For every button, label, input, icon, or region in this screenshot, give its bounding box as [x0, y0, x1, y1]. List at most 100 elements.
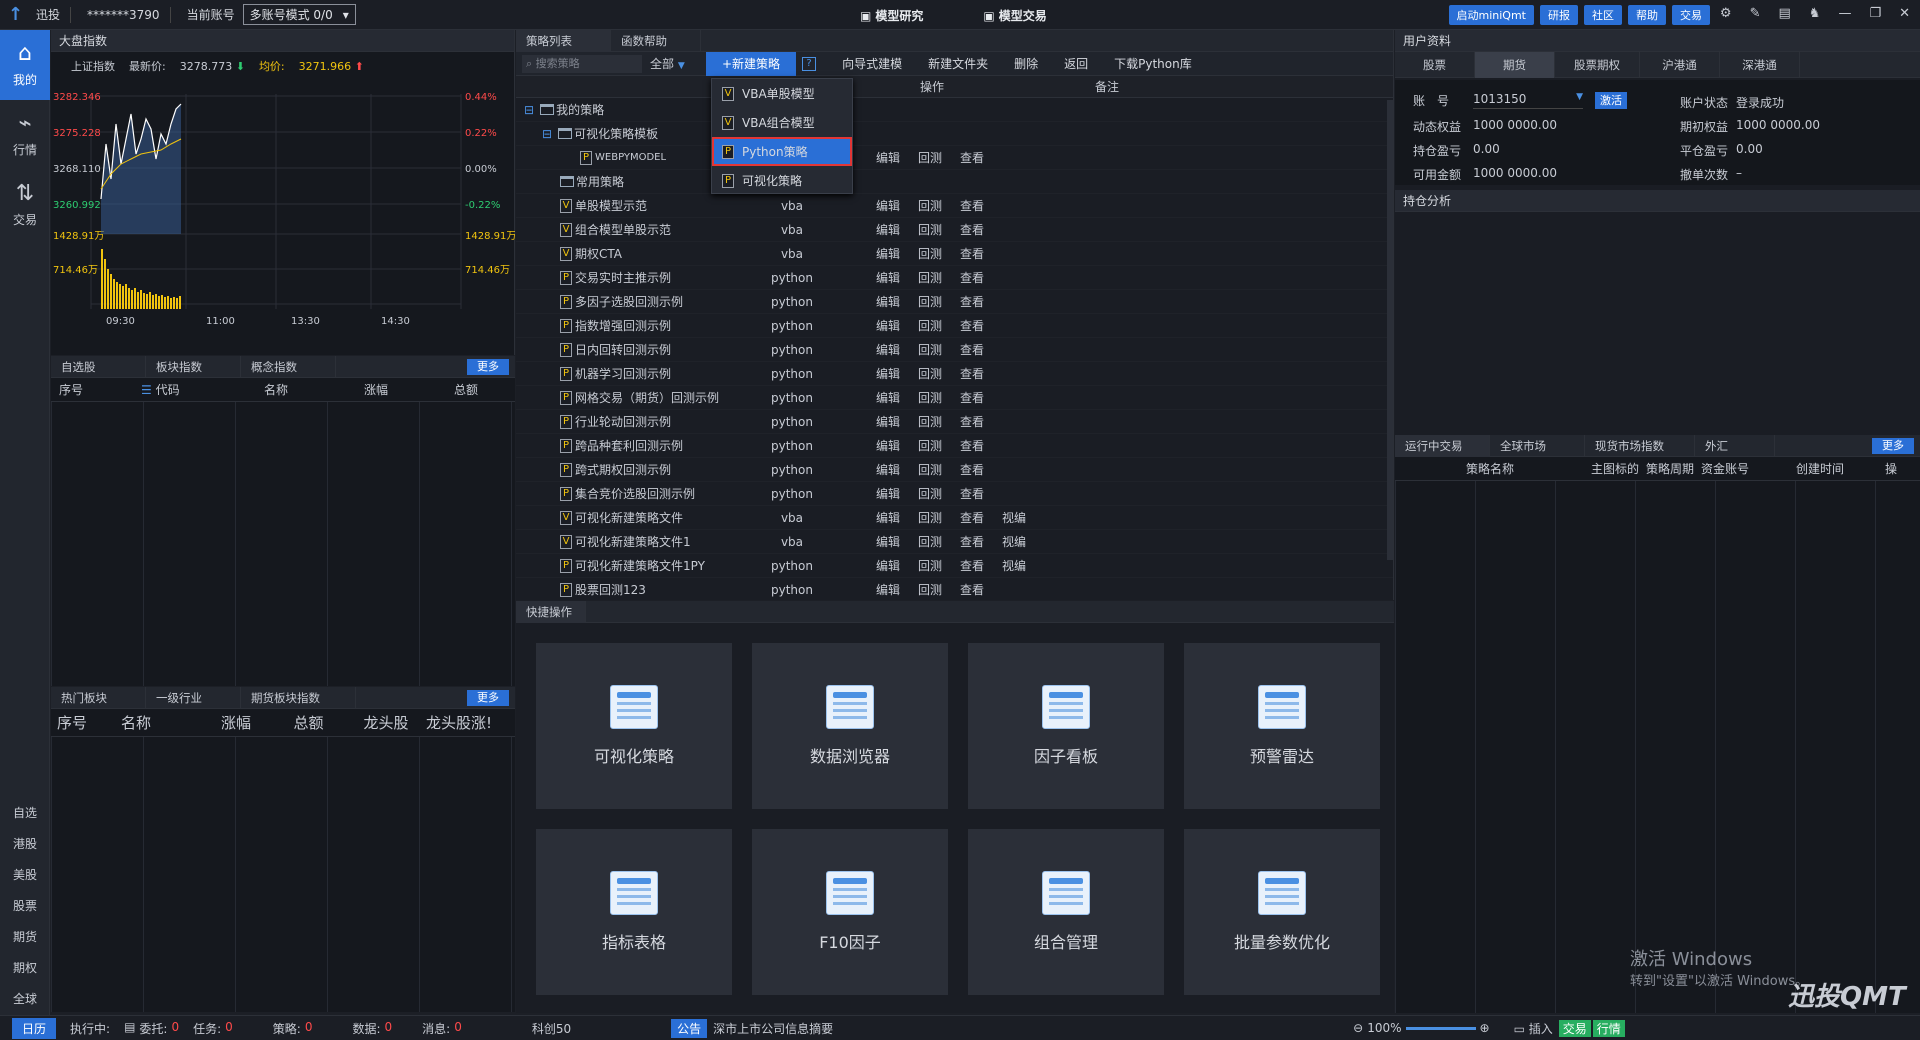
tab-stock[interactable]: 股票	[1395, 51, 1475, 78]
nav-options[interactable]: 期权	[0, 953, 50, 984]
zoom-slider[interactable]	[1405, 1026, 1476, 1030]
tab-concept-index[interactable]: 概念指数	[241, 355, 336, 378]
menu-vba-portfolio[interactable]: V VBA组合模型	[712, 108, 852, 137]
backtest-button[interactable]: 回测	[918, 341, 942, 358]
strategy-row[interactable]: P 网格交易（期货）回测示例 python 编辑 回测 查看	[516, 386, 1393, 410]
download-python-lib-button[interactable]: 下载Python库	[1114, 55, 1192, 72]
market-status-badge[interactable]: 行情	[1592, 1019, 1625, 1037]
tab-stock-options[interactable]: 股票期权	[1555, 51, 1640, 78]
help-icon[interactable]: ?	[802, 56, 817, 71]
backtest-button[interactable]: 回测	[918, 509, 942, 526]
view-button[interactable]: 查看	[960, 293, 984, 310]
tab-model-research[interactable]: ▣ 模型研究	[860, 7, 923, 24]
tab-forex[interactable]: 外汇	[1695, 434, 1775, 457]
quick-card-batch-optimize[interactable]: 批量参数优化	[1184, 829, 1380, 995]
backtest-button[interactable]: 回测	[918, 365, 942, 382]
tab-sh-hk[interactable]: 沪港通	[1640, 51, 1720, 78]
view-button[interactable]: 查看	[960, 413, 984, 430]
strategy-row[interactable]: P 行业轮动回测示例 python 编辑 回测 查看	[516, 410, 1393, 434]
tab-running-trades[interactable]: 运行中交易	[1395, 434, 1490, 457]
strategy-scrollbar[interactable]	[1387, 100, 1393, 560]
backtest-button[interactable]: 回测	[918, 581, 942, 598]
edit-button[interactable]: 编辑	[876, 149, 900, 166]
quick-card-factor-board[interactable]: 因子看板	[968, 643, 1164, 809]
view-button[interactable]: 查看	[960, 269, 984, 286]
edit-button[interactable]: 编辑	[876, 293, 900, 310]
strategy-row[interactable]: V 组合模型单股示范 vba 编辑 回测 查看	[516, 218, 1393, 242]
running-more-button[interactable]: 更多	[1872, 438, 1914, 454]
quick-card-visual-strategy[interactable]: 可视化策略	[536, 643, 732, 809]
view-button[interactable]: 查看	[960, 149, 984, 166]
visual-edit-button[interactable]: 视编	[1002, 557, 1026, 574]
edit-button[interactable]: 编辑	[876, 245, 900, 262]
view-button[interactable]: 查看	[960, 461, 984, 478]
edit-button[interactable]: 编辑	[876, 461, 900, 478]
nav-stock[interactable]: 股票	[0, 891, 50, 922]
restore-icon[interactable]: ❐	[1869, 6, 1881, 21]
strategy-row[interactable]: P 交易实时主推示例 python 编辑 回测 查看	[516, 266, 1393, 290]
strategy-search-input[interactable]: ⌕ 搜索策略	[522, 54, 642, 73]
backtest-button[interactable]: 回测	[918, 317, 942, 334]
nav-global[interactable]: 全球	[0, 984, 50, 1015]
status-strategies[interactable]: 策略: 0	[273, 1020, 313, 1037]
tab-industry[interactable]: 一级行业	[146, 686, 241, 709]
view-button[interactable]: 查看	[960, 389, 984, 406]
tab-strategy-list[interactable]: 策略列表	[516, 29, 611, 52]
trade-status-badge[interactable]: 交易	[1558, 1019, 1591, 1037]
trade-button[interactable]: 交易	[1672, 5, 1710, 25]
tab-watchlist[interactable]: 自选股	[51, 355, 146, 378]
ticker-name[interactable]: 科创50	[532, 1020, 571, 1037]
view-button[interactable]: 查看	[960, 245, 984, 262]
backtest-button[interactable]: 回测	[918, 389, 942, 406]
menu-visual-strategy[interactable]: P 可视化策略	[712, 166, 852, 195]
gear-icon[interactable]: ⚙	[1720, 6, 1732, 21]
tab-spot-index[interactable]: 现货市场指数	[1585, 434, 1695, 457]
strategy-row[interactable]: P 股票回测123 python 编辑 回测 查看	[516, 578, 1393, 602]
quick-card-data-browser[interactable]: 数据浏览器	[752, 643, 948, 809]
hot-more-button[interactable]: 更多	[467, 690, 509, 706]
backtest-button[interactable]: 回测	[918, 269, 942, 286]
account-select[interactable]: 1013150 ▼	[1473, 92, 1583, 109]
edit-button[interactable]: 编辑	[876, 485, 900, 502]
status-data[interactable]: 数据: 0	[352, 1020, 392, 1037]
notice-text[interactable]: 深市上市公司信息摘要	[713, 1020, 833, 1037]
status-running[interactable]: 执行中:	[70, 1020, 110, 1037]
nav-trade[interactable]: ⇅ 交易	[0, 170, 50, 240]
backtest-button[interactable]: 回测	[918, 413, 942, 430]
backtest-button[interactable]: 回测	[918, 461, 942, 478]
view-button[interactable]: 查看	[960, 509, 984, 526]
tree-folder[interactable]: ⊟ 我的策略	[516, 98, 1393, 122]
nav-mine[interactable]: ⌂ 我的	[0, 30, 50, 100]
backtest-button[interactable]: 回测	[918, 149, 942, 166]
view-button[interactable]: 查看	[960, 533, 984, 550]
strategy-filter-select[interactable]: 全部 ▼	[650, 55, 700, 72]
nav-hk[interactable]: 港股	[0, 829, 50, 860]
quick-card-f10-factor[interactable]: F10因子	[752, 829, 948, 995]
tab-futures-sector[interactable]: 期货板块指数	[241, 686, 356, 709]
edit-button[interactable]: 编辑	[876, 437, 900, 454]
visual-edit-button[interactable]: 视编	[1002, 509, 1026, 526]
nav-watchlist[interactable]: 自选	[0, 798, 50, 829]
help-button[interactable]: 帮助	[1628, 5, 1666, 25]
view-button[interactable]: 查看	[960, 557, 984, 574]
tab-futures[interactable]: 期货	[1475, 51, 1555, 78]
strategy-row[interactable]: P 集合竞价选股回测示例 python 编辑 回测 查看	[516, 482, 1393, 506]
view-button[interactable]: 查看	[960, 317, 984, 334]
col-code[interactable]: ☰ 代码	[121, 381, 221, 398]
wizard-model-button[interactable]: 向导式建模	[842, 55, 902, 72]
backtest-button[interactable]: 回测	[918, 533, 942, 550]
strategy-row[interactable]: P 可视化新建策略文件1PY python 编辑 回测 查看 视编	[516, 554, 1393, 578]
edit-button[interactable]: 编辑	[876, 389, 900, 406]
nav-market[interactable]: ⌁ 行情	[0, 100, 50, 170]
account-mode-select[interactable]: 多账号模式 0/0 ▾	[242, 4, 356, 25]
strategy-row[interactable]: V 可视化新建策略文件1 vba 编辑 回测 查看 视编	[516, 530, 1393, 554]
nav-us[interactable]: 美股	[0, 860, 50, 891]
visual-edit-button[interactable]: 视编	[1002, 533, 1026, 550]
strategy-row[interactable]: P 跨式期权回测示例 python 编辑 回测 查看	[516, 458, 1393, 482]
quick-card-alert-radar[interactable]: 预警雷达	[1184, 643, 1380, 809]
status-tasks[interactable]: 任务: 0	[193, 1020, 233, 1037]
calendar-button[interactable]: 日历	[12, 1017, 57, 1039]
edit-button[interactable]: 编辑	[876, 581, 900, 598]
community-button[interactable]: 社区	[1584, 5, 1622, 25]
edit-button[interactable]: 编辑	[876, 509, 900, 526]
